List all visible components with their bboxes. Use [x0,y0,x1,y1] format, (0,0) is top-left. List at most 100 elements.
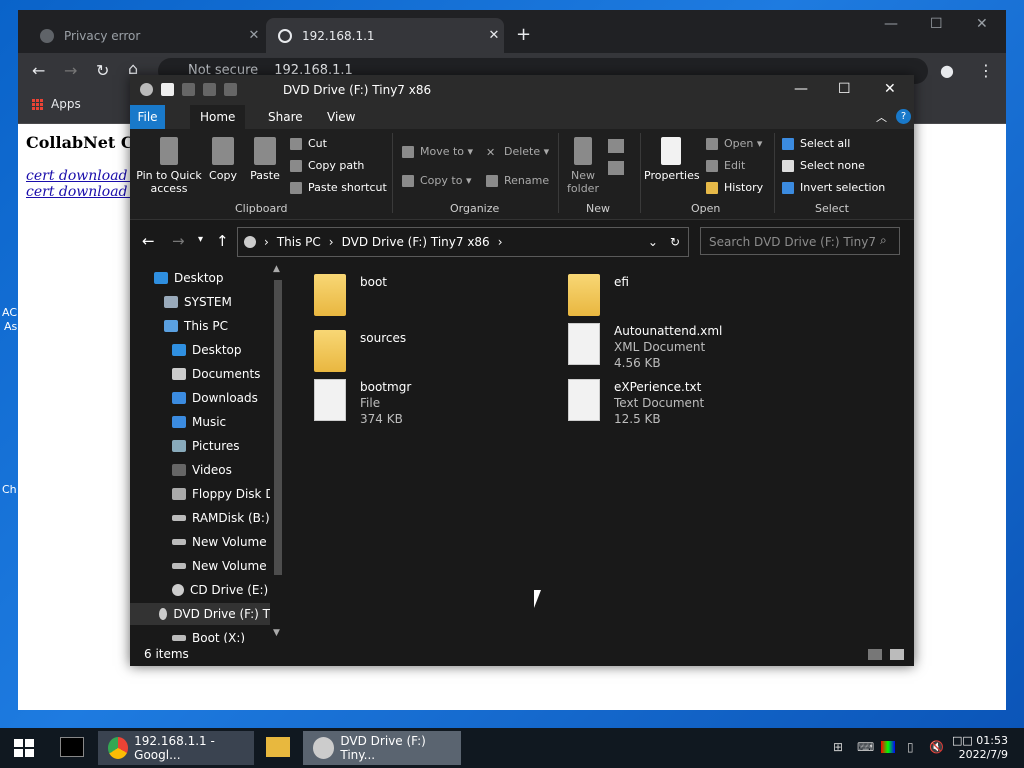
list-item[interactable]: efi [568,274,808,326]
tab-view[interactable]: View [317,105,365,129]
maximize-icon[interactable]: ☐ [930,16,943,32]
back-icon[interactable]: ← [142,232,155,250]
volume-muted-icon[interactable]: 🔇 [929,740,944,754]
collapse-ribbon-icon[interactable]: ︿ [876,109,887,125]
new-tab-button[interactable]: + [516,24,531,45]
copy-button[interactable]: Copy [206,137,240,182]
tab-home[interactable]: Home [190,105,246,129]
nav-item-downloads[interactable]: Downloads [172,387,258,409]
nav-item-floppy[interactable]: Floppy Disk Dri [172,483,283,505]
scroll-up-icon[interactable]: ▲ [273,264,280,274]
nav-item-boot[interactable]: Boot (X:) [172,627,245,643]
move-to-button[interactable]: Move to ▾ [402,145,473,158]
maximize-icon[interactable]: ☐ [838,81,851,97]
forward-icon[interactable]: → [172,232,185,250]
delete-button[interactable]: ✕ Delete ▾ [486,145,549,159]
recent-locations-icon[interactable]: ▾ [198,234,203,245]
file-explorer-icon[interactable] [266,737,290,757]
large-icons-view-icon[interactable] [890,649,904,660]
scroll-down-icon[interactable]: ▼ [273,628,280,638]
up-icon[interactable]: ↑ [216,232,229,250]
undo-icon[interactable] [203,83,216,96]
nav-item-new-volume-c[interactable]: New Volume (C [172,531,284,553]
nav-item-music[interactable]: Music [172,411,226,433]
easy-access-icon[interactable] [608,161,624,175]
network-icon[interactable]: ⊞ [833,740,843,754]
search-input[interactable]: Search DVD Drive (F:) Tiny7 x86 [700,227,900,277]
list-item[interactable]: bootmgr File 374 KB [314,379,554,431]
nav-item-desktop[interactable]: Desktop [172,339,242,361]
back-icon[interactable]: ← [32,61,45,80]
new-folder-button[interactable]: New folder [564,137,602,195]
account-icon[interactable]: ● [940,61,954,80]
list-item[interactable]: eXPerience.txt Text Document 12.5 KB [568,379,808,431]
clock[interactable]: □□ 01:53 2022/7/9 [952,734,1008,762]
history-button[interactable]: History [706,181,763,194]
pin-quick-access-button[interactable]: Pin to Quick access [136,137,202,195]
invert-selection-button[interactable]: Invert selection [782,181,885,194]
nav-item-new-volume-d[interactable]: New Volume (D [172,555,284,577]
select-all-button[interactable]: Select all [782,137,850,150]
apps-bookmark[interactable]: Apps [32,97,81,111]
forward-icon[interactable]: → [64,61,77,80]
tab-privacy-error[interactable]: Privacy error ✕ [28,18,264,53]
properties-button[interactable]: Properties [644,137,700,182]
address-bar[interactable]: › This PC › DVD Drive (F:) Tiny7 x86 › ⌄… [237,227,689,257]
tab-share[interactable]: Share [258,105,313,129]
nav-item-pictures[interactable]: Pictures [172,435,240,457]
details-view-icon[interactable] [868,649,882,660]
refresh-icon[interactable]: ↻ [670,235,680,249]
mouse-cursor-icon [534,590,548,608]
properties-icon[interactable] [161,83,174,96]
nav-scrollbar[interactable]: ▲ ▼ [270,262,286,643]
nav-item-dvd-drive[interactable]: DVD Drive (F:) T [130,603,270,625]
nav-item-cd-drive[interactable]: CD Drive (E:) [172,579,268,601]
keyboard-icon[interactable]: ⌨ [857,740,874,754]
reload-icon[interactable]: ↻ [96,61,109,80]
minimize-icon[interactable]: — [884,16,898,32]
minimize-icon[interactable]: — [794,81,808,97]
edit-button[interactable]: Edit [706,159,745,172]
chevron-down-icon[interactable]: ⌄ [648,235,658,249]
nav-item-this-pc[interactable]: This PC [164,315,228,337]
taskbar-item-explorer[interactable]: DVD Drive (F:) Tiny... [303,731,461,765]
close-icon[interactable]: ✕ [884,81,896,97]
close-tab-icon[interactable]: ✕ [484,28,504,43]
breadcrumb-dvd-drive[interactable]: DVD Drive (F:) Tiny7 x86 [342,235,490,249]
invert-selection-icon [782,181,794,194]
nav-label: Videos [192,463,232,477]
display-icon[interactable] [881,741,895,753]
copy-path-button[interactable]: Copy path [290,159,364,172]
list-item[interactable]: boot [314,274,554,326]
tab-192-168-1-1[interactable]: 192.168.1.1 ✕ [266,18,504,53]
breadcrumb-this-pc[interactable]: This PC [277,235,321,249]
nav-item-system[interactable]: SYSTEM [164,291,232,313]
scrollbar-thumb[interactable] [274,280,282,575]
select-none-button[interactable]: Select none [782,159,865,172]
close-tab-icon[interactable]: ✕ [244,28,264,43]
close-icon[interactable]: ✕ [976,16,988,32]
help-icon[interactable]: ? [896,109,911,124]
taskbar-item-chrome[interactable]: 192.168.1.1 - Googl... [98,731,254,765]
tab-file[interactable]: File [130,105,165,129]
usb-icon[interactable]: ▯ [907,740,914,754]
open-button[interactable]: Open ▾ [706,137,762,150]
cut-button[interactable]: Cut [290,137,327,150]
rename-button[interactable]: Rename [486,174,549,187]
terminal-icon[interactable] [60,737,84,757]
nav-item-ramdisk[interactable]: RAMDisk (B:) [172,507,270,529]
select-group-label: Select [815,202,849,215]
paste-button[interactable]: Paste [248,137,282,182]
menu-icon[interactable]: ⋮ [978,61,994,80]
new-item-icon[interactable] [608,139,624,153]
windows-start-icon[interactable] [14,739,34,757]
nav-item-documents[interactable]: Documents [172,363,260,385]
paste-shortcut-button[interactable]: Paste shortcut [290,181,387,194]
redo-icon[interactable] [224,83,237,96]
new-folder-icon[interactable] [182,83,195,96]
list-item[interactable]: sources [314,330,554,382]
copy-to-button[interactable]: Copy to ▾ [402,174,471,187]
nav-item-desktop-root[interactable]: Desktop [154,267,224,289]
nav-item-videos[interactable]: Videos [172,459,232,481]
list-item[interactable]: Autounattend.xml XML Document 4.56 KB [568,323,808,375]
